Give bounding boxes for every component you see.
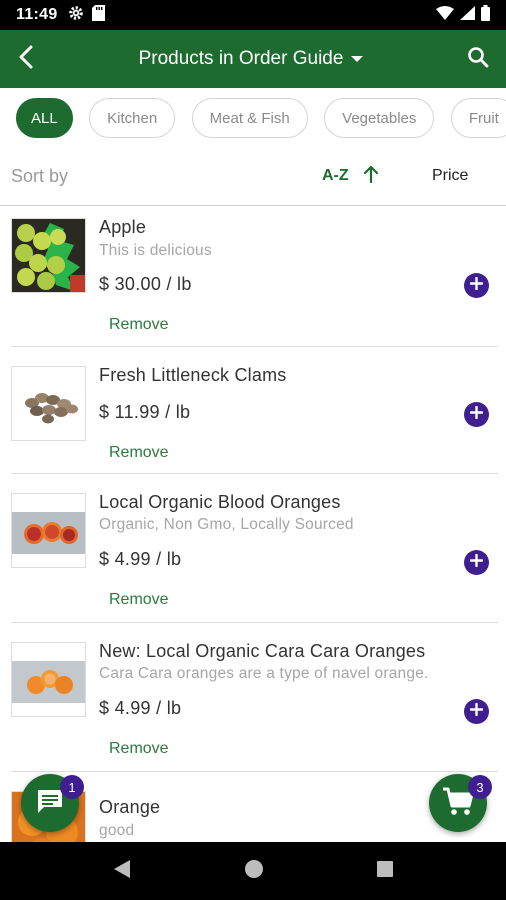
cart-badge: 3 <box>468 775 492 799</box>
product-price: $ 11.99 / lb <box>99 402 191 422</box>
plus-icon <box>469 702 484 721</box>
order-guide-selector[interactable]: Products in Order Guide <box>52 48 450 70</box>
arrow-up-icon <box>363 165 379 188</box>
back-button[interactable] <box>0 30 52 88</box>
chip-kitchen[interactable]: Kitchen <box>89 98 176 138</box>
add-to-cart-button[interactable] <box>464 273 489 298</box>
add-to-cart-button[interactable] <box>464 550 489 575</box>
product-name: Apple <box>99 217 147 237</box>
product-image-apple <box>11 218 86 293</box>
nav-recents-button[interactable] <box>376 860 394 883</box>
product-list: Apple This is delicious $ 30.00 / lb Rem… <box>0 206 506 842</box>
battery-icon <box>481 4 490 26</box>
remove-link[interactable]: Remove <box>109 444 169 462</box>
list-item: Local Organic Blood Oranges Organic, Non… <box>0 474 506 623</box>
plus-icon <box>469 276 484 295</box>
remove-link[interactable]: Remove <box>109 740 169 758</box>
product-image-blood-oranges <box>11 493 86 568</box>
wifi-icon <box>436 5 454 25</box>
sort-by-label: Sort by <box>11 165 69 186</box>
chip-vegetables[interactable]: Vegetables <box>324 98 435 138</box>
signal-icon <box>460 5 475 25</box>
plus-icon <box>469 405 484 424</box>
product-description: Organic, Non Gmo, Locally Sourced <box>99 516 354 533</box>
product-name: New: Local Organic Cara Cara Oranges <box>99 641 426 661</box>
circle-home-icon <box>244 859 264 884</box>
product-description: This is delicious <box>99 242 212 259</box>
sort-az-label: A-Z <box>322 167 349 184</box>
sort-row: Sort by A-Z Price <box>0 155 506 197</box>
product-price: $ 30.00 / lb <box>99 274 192 294</box>
nav-back-button[interactable] <box>112 858 132 885</box>
system-nav-bar <box>0 842 506 900</box>
chip-fruit[interactable]: Fruit <box>450 98 506 138</box>
gear-icon <box>68 5 84 26</box>
add-to-cart-button[interactable] <box>464 699 489 724</box>
sort-az-button[interactable]: A-Z <box>322 165 379 188</box>
product-name: Fresh Littleneck Clams <box>99 365 287 385</box>
product-name: Local Organic Blood Oranges <box>99 492 341 512</box>
product-image-clams <box>11 366 86 441</box>
chip-all[interactable]: ALL <box>16 98 73 138</box>
chat-badge: 1 <box>60 775 84 799</box>
add-to-cart-button[interactable] <box>464 402 489 427</box>
status-time: 11:49 <box>16 6 58 23</box>
product-description: good <box>99 822 135 839</box>
chip-meat-fish[interactable]: Meat & Fish <box>191 98 308 138</box>
plus-icon <box>469 553 484 572</box>
back-arrow-icon <box>18 45 34 74</box>
triangle-back-icon <box>112 858 132 885</box>
product-price: $ 4.99 / lb <box>99 549 182 569</box>
remove-link[interactable]: Remove <box>109 316 169 334</box>
list-item: Fresh Littleneck Clams $ 11.99 / lb Remo… <box>0 347 506 474</box>
product-image-cara-cara-oranges <box>11 642 86 717</box>
list-item: Apple This is delicious $ 30.00 / lb Rem… <box>0 206 506 347</box>
sd-card-icon <box>91 4 105 26</box>
status-bar: 11:49 <box>0 0 506 30</box>
product-name: Orange <box>99 797 161 817</box>
square-recents-icon <box>376 860 394 883</box>
category-chips: ALL Kitchen Meat & Fish Vegetables Fruit <box>0 98 506 140</box>
product-price: $ 4.99 / lb <box>99 698 182 718</box>
product-description: Cara Cara oranges are a type of navel or… <box>99 665 429 682</box>
search-button[interactable] <box>450 30 506 88</box>
page-title: Products in Order Guide <box>138 48 344 69</box>
list-item: New: Local Organic Cara Cara Oranges Car… <box>0 623 506 772</box>
app-bar: Products in Order Guide <box>0 30 506 88</box>
nav-home-button[interactable] <box>244 859 264 884</box>
dropdown-caret-icon <box>351 50 364 68</box>
search-icon <box>467 46 489 73</box>
sort-price-button[interactable]: Price <box>432 167 468 185</box>
remove-link[interactable]: Remove <box>109 591 169 609</box>
